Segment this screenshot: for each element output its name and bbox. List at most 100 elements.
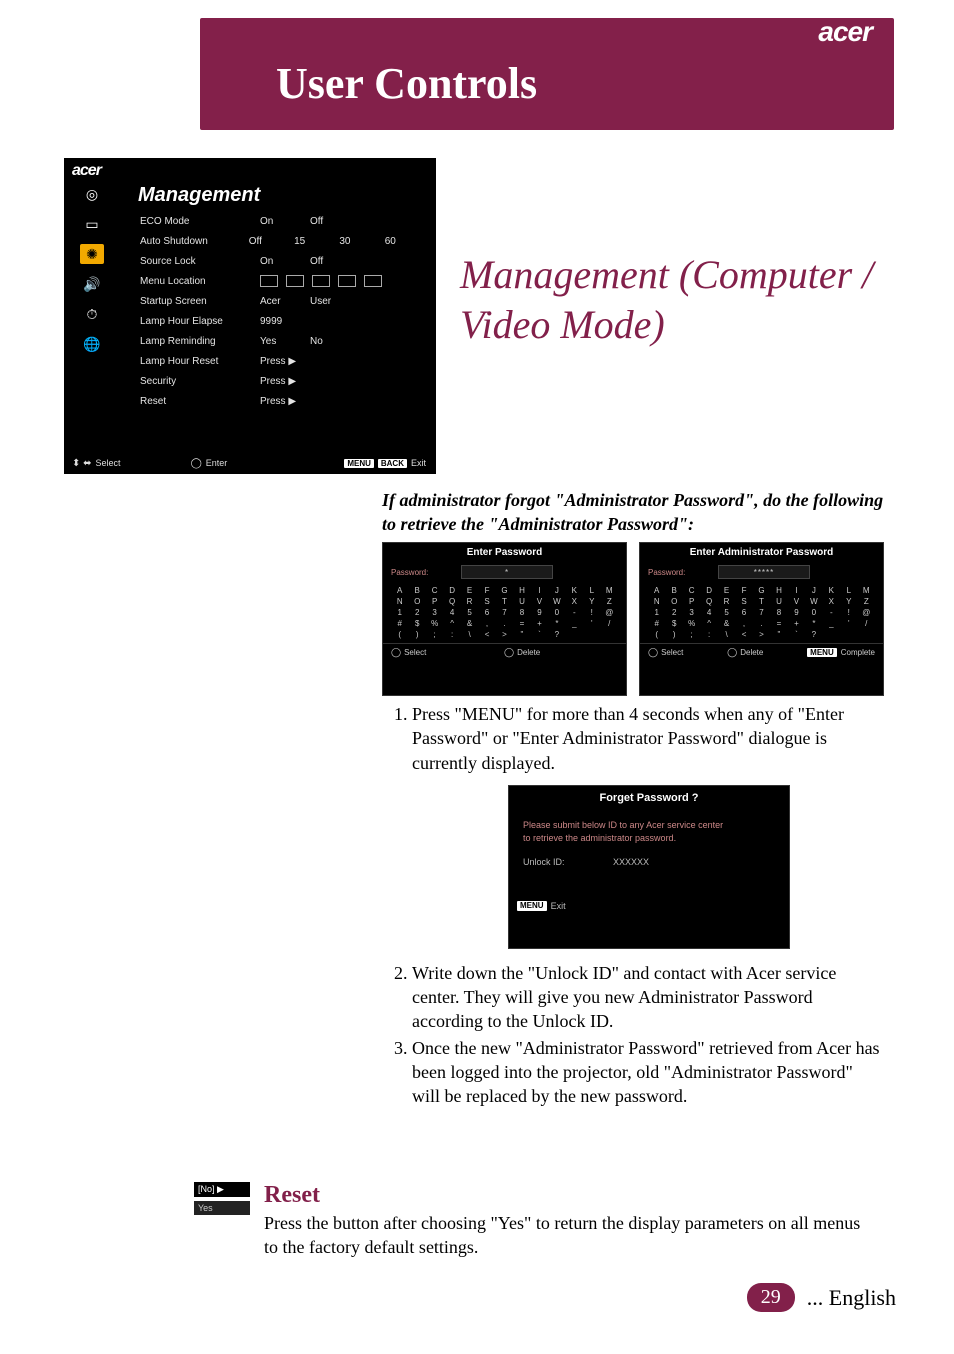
kb-key: E	[718, 586, 735, 595]
menu-badge: MENU	[344, 459, 374, 468]
color-icon: ◎	[80, 184, 104, 204]
delete-icon: ◯	[727, 647, 737, 658]
osd-option: 30	[339, 236, 384, 247]
kb-key: C	[683, 586, 700, 595]
header-stripe: acer User Controls	[200, 18, 894, 130]
kb-key: Q	[443, 597, 460, 606]
kb-key: T	[496, 597, 513, 606]
kb-key: B	[665, 586, 682, 595]
fp-msg1: Please submit below ID to any Acer servi…	[523, 819, 775, 833]
osd-heading: Management	[138, 184, 430, 207]
kb-key: Y	[583, 597, 600, 606]
kb-key: /	[601, 619, 618, 628]
reset-no-option: [No] ▶	[194, 1182, 250, 1197]
kb-key: W	[548, 597, 565, 606]
reset-heading: Reset	[264, 1182, 874, 1209]
kb-key: O	[665, 597, 682, 606]
kb-right-pw-label: Password:	[648, 568, 718, 577]
kb-key: X	[566, 597, 583, 606]
kb-key: ;	[426, 630, 443, 639]
footer-language: ... English	[807, 1285, 896, 1311]
kb-key: <	[735, 630, 752, 639]
kb-key: 4	[443, 608, 460, 617]
osd-row-label: Lamp Hour Reset	[140, 356, 260, 367]
kb-left-pw-label: Password:	[391, 568, 461, 577]
kb-key: I	[788, 586, 805, 595]
osd-option: 60	[385, 236, 430, 247]
osd-row: Auto ShutdownOff153060	[124, 231, 430, 251]
kb-key: _	[566, 619, 583, 628]
kb-key: $	[408, 619, 425, 628]
osd-row: Lamp Hour Elapse9999	[124, 311, 430, 331]
kb-key	[858, 630, 875, 639]
kb-key: `	[788, 630, 805, 639]
osd-row-label: Menu Location	[140, 276, 260, 287]
kb-key: @	[858, 608, 875, 617]
kb-key: (	[391, 630, 408, 639]
kb-left-title: Enter Password	[383, 543, 626, 562]
osd-row-label: Lamp Reminding	[140, 336, 260, 347]
kb-key: "	[770, 630, 787, 639]
kb-key: 6	[478, 608, 495, 617]
menu-location-option	[286, 275, 304, 287]
kb-key: 5	[461, 608, 478, 617]
kb-left-delete: Delete	[517, 648, 540, 657]
osd-footer-enter: Enter	[206, 458, 228, 468]
reset-section: [No] ▶ Yes Reset Press the button after …	[194, 1182, 884, 1260]
kb-key: -	[823, 608, 840, 617]
kb-right-pw-field: *****	[718, 565, 810, 579]
osd-option: No	[310, 336, 360, 347]
kb-left-select: Select	[404, 648, 426, 657]
kb-key: '	[840, 619, 857, 628]
delete-icon: ◯	[504, 647, 514, 658]
osd-option: 9999	[260, 316, 310, 327]
kb-key: G	[496, 586, 513, 595]
osd-body: Management ECO ModeOnOffAuto ShutdownOff…	[124, 180, 430, 411]
select-icon: ◯	[391, 647, 401, 658]
kb-key: K	[566, 586, 583, 595]
kb-right-select: Select	[661, 648, 683, 657]
kb-key: "	[513, 630, 530, 639]
kb-key: R	[718, 597, 735, 606]
kb-key: :	[700, 630, 717, 639]
kb-key: (	[648, 630, 665, 639]
kb-key: *	[548, 619, 565, 628]
kb-key: J	[548, 586, 565, 595]
kb-key: 8	[770, 608, 787, 617]
kb-key: 2	[408, 608, 425, 617]
kb-key: K	[823, 586, 840, 595]
kb-key: B	[408, 586, 425, 595]
kb-key: Z	[858, 597, 875, 606]
osd-option: On	[260, 216, 310, 227]
back-badge: BACK	[378, 459, 407, 468]
osd-row: ResetPress ▶	[124, 391, 430, 411]
kb-key: %	[683, 619, 700, 628]
kb-key: 9	[788, 608, 805, 617]
kb-key: G	[753, 586, 770, 595]
osd-sidebar: ◎ ▭ ✺ 🔊 ⏱ 🌐	[64, 180, 124, 440]
kb-key: $	[665, 619, 682, 628]
brand-logo: acer	[818, 16, 872, 48]
kb-key: =	[513, 619, 530, 628]
kb-key: >	[496, 630, 513, 639]
osd-option: 15	[294, 236, 339, 247]
kb-key: 1	[391, 608, 408, 617]
kb-key: %	[426, 619, 443, 628]
kb-key: 0	[805, 608, 822, 617]
kb-key: 1	[648, 608, 665, 617]
fp-title: Forget Password ?	[509, 786, 789, 811]
fp-msg2: to retrieve the administrator password.	[523, 832, 775, 846]
kb-key: #	[648, 619, 665, 628]
kb-key: /	[858, 619, 875, 628]
kb-key: Z	[601, 597, 618, 606]
page-number: 29	[747, 1283, 795, 1312]
menu-badge: MENU	[517, 901, 547, 912]
audio-icon: 🔊	[80, 274, 104, 294]
kb-key: N	[391, 597, 408, 606]
osd-row: Source LockOnOff	[124, 251, 430, 271]
osd-row-label: Security	[140, 376, 260, 387]
kb-key: M	[858, 586, 875, 595]
kb-key: L	[583, 586, 600, 595]
step-1: Press "MENU" for more than 4 seconds whe…	[412, 702, 884, 775]
kb-key: Y	[840, 597, 857, 606]
